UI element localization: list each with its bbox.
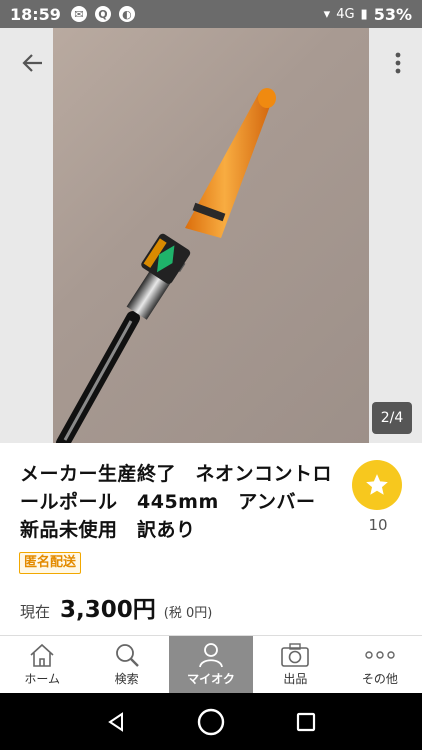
signal-icon: ▾ [323,6,331,22]
price-label: 現在 [20,603,51,621]
overflow-menu-button[interactable] [386,46,410,80]
back-button[interactable] [16,46,50,80]
camera-icon [281,643,310,667]
tax-amount: (税 0円) [163,606,213,621]
tab-home-label: ホーム [24,672,61,686]
tab-my-auction-label: マイオク [187,672,235,686]
person-icon [199,643,223,668]
system-nav-bar [0,693,422,750]
nav-home-icon[interactable] [196,707,226,737]
battery-level: 53% [373,4,412,24]
price-row: 現在 3,300円 (税 0円) [20,590,212,624]
tab-sell-label: 出品 [283,672,308,686]
watchlist-button[interactable]: 10 [352,460,404,534]
tab-home[interactable]: ホーム [0,636,84,693]
tab-other-label: その他 [361,672,398,686]
nav-back-icon[interactable] [105,711,127,733]
current-price: 3,300円 [60,597,156,623]
watch-count: 10 [368,516,388,534]
status-time: 18:59 [10,4,61,24]
home-icon [30,643,54,667]
search-status-icon: Q [94,6,111,22]
battery-icon: ▮ [360,6,368,22]
kebab-icon [395,52,401,74]
network-type: 4G [336,6,355,22]
tab-other[interactable]: その他 [338,636,422,693]
mail-icon: ✉ [70,6,87,22]
status-bar: 18:59 ✉ Q ◐ ▾ 4G ▮ 53% [0,0,422,28]
bottom-tab-bar: ホーム 検索 マイオク 出品 その他 [0,635,422,693]
search-icon [115,644,139,667]
more-icon [365,651,395,659]
nav-recents-icon[interactable] [295,711,317,733]
back-arrow-icon [22,54,42,72]
tab-search-label: 検索 [114,672,139,686]
tab-search[interactable]: 検索 [84,636,168,693]
tab-sell[interactable]: 出品 [253,636,337,693]
item-title: メーカー生産終了 ネオンコントロールポール 445mm アンバー 新品未使用 訳… [20,463,336,541]
image-counter: 2/4 [372,402,412,434]
tab-my-auction[interactable]: マイオク [168,636,254,693]
star-icon [352,460,402,510]
app-status-icon: ◐ [118,6,135,22]
image-gallery[interactable]: 2/4 [0,28,422,443]
anonymous-shipping-badge: 匿名配送 [19,552,82,574]
product-photo-drawing [56,88,276,443]
product-photo[interactable] [53,28,369,443]
